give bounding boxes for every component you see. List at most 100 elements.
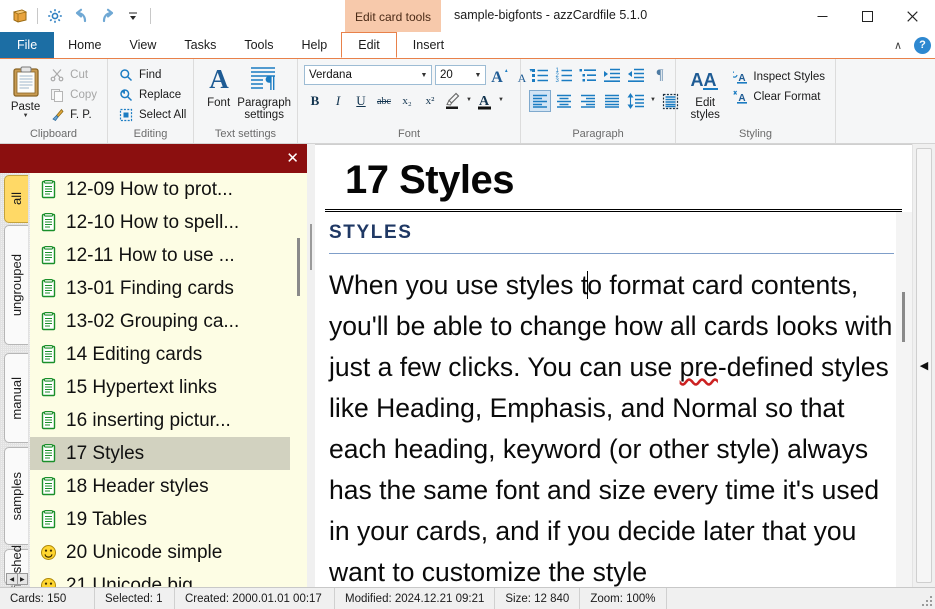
cards-icon[interactable] xyxy=(8,4,32,28)
group-tab-ungrouped[interactable]: ungrouped xyxy=(4,225,28,345)
card-list-item[interactable]: 14 Editing cards xyxy=(30,338,307,371)
tab-file[interactable]: File xyxy=(0,32,55,58)
line-spacing-dropdown-caret[interactable]: ▼ xyxy=(649,97,657,106)
card-list[interactable]: 12-09 How to prot... 12-10 How to spell..… xyxy=(30,173,307,587)
font-size-combo[interactable]: 20 ▼ xyxy=(435,65,486,85)
highlight-color-button[interactable] xyxy=(442,90,464,112)
font-color-dropdown-caret[interactable]: ▼ xyxy=(497,97,505,106)
align-center-button[interactable] xyxy=(553,90,575,112)
right-panel-strip[interactable]: ◀ xyxy=(912,144,935,587)
align-right-button[interactable] xyxy=(577,90,599,112)
close-button[interactable] xyxy=(890,0,935,32)
copy-button[interactable]: Copy xyxy=(45,85,101,105)
show-formatting-marks-button[interactable]: ¶ xyxy=(649,64,671,86)
replace-button[interactable]: Replace xyxy=(114,85,190,105)
editor-scrollbar[interactable] xyxy=(896,212,912,587)
paste-dropdown-caret[interactable]: ▼ xyxy=(23,113,29,119)
window-controls xyxy=(800,0,935,32)
tab-insert[interactable]: Insert xyxy=(397,32,460,58)
card-list-item[interactable]: 12-09 How to prot... xyxy=(30,173,307,206)
italic-button[interactable]: I xyxy=(327,90,349,112)
close-icon[interactable]: ✕ xyxy=(286,151,299,166)
underline-button[interactable]: U xyxy=(350,90,372,112)
grow-font-button[interactable]: A xyxy=(489,64,511,86)
superscript-button[interactable]: x² xyxy=(419,90,441,112)
modified-timestamp: Modified: 2024.12.21 09:21 xyxy=(335,588,496,609)
ribbon-group-styling: A A Edit styles A Inspect Styles A Clear… xyxy=(676,59,836,143)
subscript-button[interactable]: x₂ xyxy=(396,90,418,112)
settings-gear-icon[interactable] xyxy=(43,4,67,28)
select-all-button[interactable]: Select All xyxy=(114,105,190,125)
bullet-list-button[interactable] xyxy=(529,64,551,86)
svg-text:A: A xyxy=(491,69,503,85)
size-value: Size: 12 840 xyxy=(495,588,581,609)
tab-help[interactable]: Help xyxy=(288,32,342,58)
card-list-region: all ungrouped manual samples finished ◀ … xyxy=(0,173,307,587)
card-editor[interactable]: 17 Styles STYLES When you use styles to … xyxy=(315,144,912,587)
customize-qat-icon[interactable] xyxy=(121,4,145,28)
font-dialog-button[interactable]: A Font xyxy=(200,61,237,109)
tab-home[interactable]: Home xyxy=(54,32,115,58)
cut-button[interactable]: Cut xyxy=(45,65,101,85)
card-list-item[interactable]: 17 Styles xyxy=(30,437,307,470)
highlight-color-dropdown-caret[interactable]: ▼ xyxy=(465,97,473,106)
paragraph-settings-button[interactable]: Paragraph settings xyxy=(237,61,291,121)
group-tab-samples[interactable]: samples xyxy=(4,447,28,545)
maximize-button[interactable] xyxy=(845,0,890,32)
card-list-scroll-thumb[interactable] xyxy=(297,238,300,296)
find-button[interactable]: Find xyxy=(114,65,190,85)
tab-tools[interactable]: Tools xyxy=(230,32,287,58)
tab-tasks[interactable]: Tasks xyxy=(170,32,230,58)
card-list-item[interactable]: 15 Hypertext links xyxy=(30,371,307,404)
bold-button[interactable]: B xyxy=(304,90,326,112)
font-color-button[interactable]: A xyxy=(474,90,496,112)
format-painter-button[interactable]: F. P. xyxy=(45,105,101,125)
card-list-item[interactable]: 19 Tables xyxy=(30,503,307,536)
card-list-item[interactable]: 13-01 Finding cards xyxy=(30,272,307,305)
edit-styles-button[interactable]: A A Edit styles xyxy=(682,63,728,121)
tab-view[interactable]: View xyxy=(116,32,171,58)
card-list-item[interactable]: 21 Unicode big xyxy=(30,569,307,587)
paste-label: Paste xyxy=(10,101,41,113)
editor-scroll-thumb[interactable] xyxy=(902,292,905,342)
group-tab-scroll-left-button[interactable]: ◀ xyxy=(7,574,18,584)
panel-splitter[interactable] xyxy=(307,144,315,587)
undo-icon[interactable] xyxy=(69,4,93,28)
document-paragraph: When you use styles to format card conte… xyxy=(329,265,894,587)
strikethrough-button[interactable]: abc xyxy=(373,90,395,112)
card-list-item[interactable]: 16 inserting pictur... xyxy=(30,404,307,437)
card-list-item[interactable]: 20 Unicode simple xyxy=(30,536,307,569)
align-left-button[interactable] xyxy=(529,90,551,112)
clear-format-button[interactable]: A Clear Format xyxy=(728,87,829,107)
card-list-scrollbar[interactable] xyxy=(290,173,307,587)
help-icon[interactable]: ? xyxy=(914,36,931,54)
increase-indent-button[interactable] xyxy=(601,64,623,86)
card-list-item[interactable]: 13-02 Grouping ca... xyxy=(30,305,307,338)
tab-edit[interactable]: Edit xyxy=(341,32,397,58)
align-justify-button[interactable] xyxy=(601,90,623,112)
paste-button[interactable]: Paste ▼ xyxy=(6,63,45,119)
group-tab-scroll-right-button[interactable]: ▶ xyxy=(18,574,28,584)
card-note-icon xyxy=(40,477,57,496)
document-body[interactable]: STYLES When you use styles to format car… xyxy=(315,212,912,587)
inspect-styles-button[interactable]: A Inspect Styles xyxy=(728,67,829,87)
expand-panel-arrow-icon[interactable]: ◀ xyxy=(920,359,928,372)
card-list-item[interactable]: 12-11 How to use ... xyxy=(30,239,307,272)
card-list-item-label: 12-11 How to use ... xyxy=(66,244,235,266)
decrease-indent-button[interactable] xyxy=(625,64,647,86)
card-list-item[interactable]: 18 Header styles xyxy=(30,470,307,503)
numbered-list-button[interactable]: 123 xyxy=(553,64,575,86)
group-tab-manual[interactable]: manual xyxy=(4,353,28,443)
chevron-down-icon[interactable]: ▼ xyxy=(417,72,431,79)
font-size-value: 20 xyxy=(440,69,453,81)
card-list-item[interactable]: 12-10 How to spell... xyxy=(30,206,307,239)
line-spacing-button[interactable] xyxy=(625,90,647,112)
collapse-ribbon-icon[interactable]: ∧ xyxy=(890,39,906,52)
group-tab-all[interactable]: all xyxy=(4,175,28,223)
font-name-combo[interactable]: Verdana ▼ xyxy=(304,65,432,85)
multilevel-list-button[interactable] xyxy=(577,64,599,86)
resize-grip-icon[interactable] xyxy=(922,596,933,607)
chevron-down-icon[interactable]: ▼ xyxy=(471,72,485,79)
minimize-button[interactable] xyxy=(800,0,845,32)
redo-icon[interactable] xyxy=(95,4,119,28)
